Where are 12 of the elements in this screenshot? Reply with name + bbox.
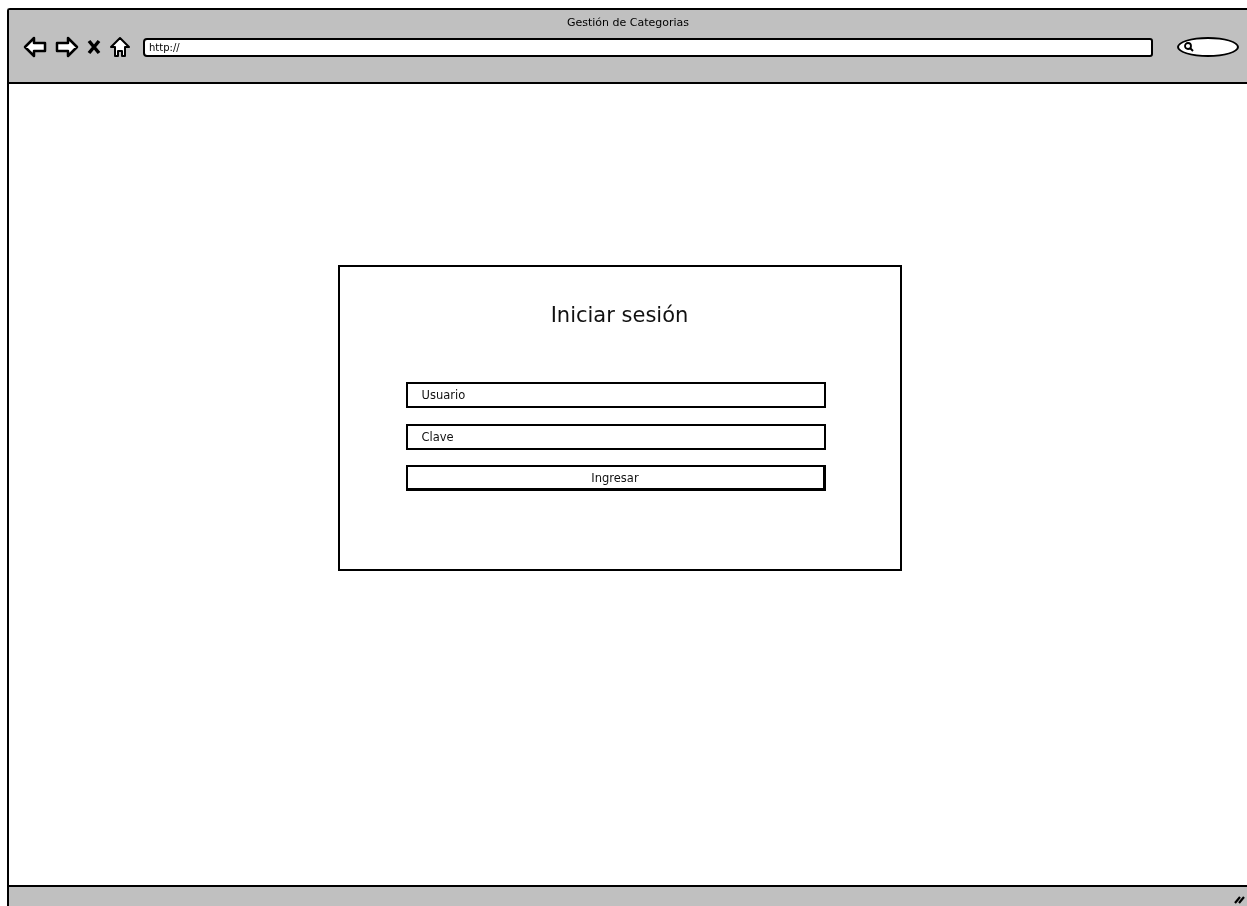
text-field[interactable]: Usuario (405, 382, 826, 408)
search-field[interactable] (1177, 37, 1239, 57)
search-icon (1184, 42, 1194, 52)
text-field[interactable]: Clave (405, 424, 826, 450)
forward-icon[interactable] (55, 36, 79, 58)
back-icon[interactable] (23, 36, 47, 58)
close-icon[interactable] (87, 39, 101, 55)
login-button[interactable]: Ingresar (405, 465, 826, 491)
window-title: Gestión de Categorias (566, 16, 690, 29)
address-field[interactable]: http:// (143, 37, 1153, 57)
login-title: Iniciar sesión (550, 303, 689, 327)
home-icon[interactable] (109, 36, 131, 58)
